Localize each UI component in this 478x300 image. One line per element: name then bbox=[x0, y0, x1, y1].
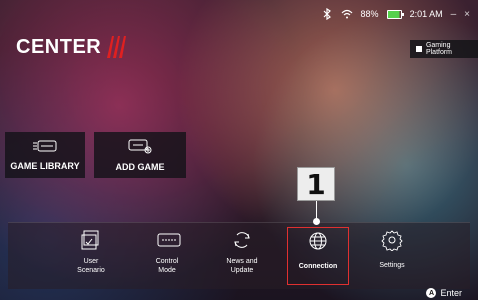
scenario-icon bbox=[80, 229, 102, 251]
menu-item-control-mode[interactable]: Control Mode bbox=[136, 227, 198, 285]
battery-percent: 88% bbox=[360, 9, 379, 19]
add-game-label: ADD GAME bbox=[115, 162, 165, 172]
connection-label: Connection bbox=[298, 263, 338, 270]
keyboard-icon bbox=[32, 139, 58, 155]
menu-item-settings[interactable]: Settings bbox=[361, 227, 423, 285]
gamepad-add-icon bbox=[127, 138, 153, 156]
app-logo: CENTER bbox=[16, 34, 129, 60]
status-bar: 88% 2:01 AM – × bbox=[321, 6, 470, 22]
enter-label: Enter bbox=[440, 288, 462, 298]
step-callout: 1 bbox=[297, 167, 335, 201]
platform-icon bbox=[416, 46, 422, 52]
control-mode-label: Control Mode bbox=[155, 258, 179, 274]
battery-icon bbox=[386, 9, 404, 19]
settings-label: Settings bbox=[379, 262, 405, 269]
game-library-tile[interactable]: GAME LIBRARY bbox=[5, 132, 85, 178]
gaming-platform-button[interactable]: Gaming Platform bbox=[410, 40, 478, 58]
add-game-tile[interactable]: ADD GAME bbox=[94, 132, 186, 178]
clock: 2:01 AM bbox=[409, 9, 443, 19]
globe-icon bbox=[307, 230, 329, 252]
game-library-label: GAME LIBRARY bbox=[10, 161, 80, 171]
brand-name: CENTER bbox=[16, 35, 102, 58]
menu-item-connection[interactable]: Connection bbox=[287, 227, 349, 285]
gear-icon bbox=[381, 229, 403, 252]
news-update-label: News and Update bbox=[226, 258, 258, 274]
callout-pointer-dot bbox=[313, 218, 320, 225]
enter-hint: A Enter bbox=[426, 288, 462, 298]
a-button-icon: A bbox=[426, 288, 437, 298]
menu-item-news-update[interactable]: News and Update bbox=[211, 227, 273, 285]
bluetooth-icon bbox=[321, 8, 333, 20]
control-mode-icon bbox=[156, 229, 181, 251]
close-button[interactable]: × bbox=[464, 9, 470, 20]
refresh-icon bbox=[231, 229, 253, 251]
user-scenario-label: User Scenario bbox=[77, 258, 105, 274]
brand-mark-icon bbox=[103, 34, 129, 60]
menu-item-user-scenario[interactable]: User Scenario bbox=[60, 227, 122, 285]
wifi-icon bbox=[341, 8, 353, 20]
gaming-platform-label: Gaming Platform bbox=[425, 42, 453, 56]
minimize-button[interactable]: – bbox=[451, 9, 457, 20]
